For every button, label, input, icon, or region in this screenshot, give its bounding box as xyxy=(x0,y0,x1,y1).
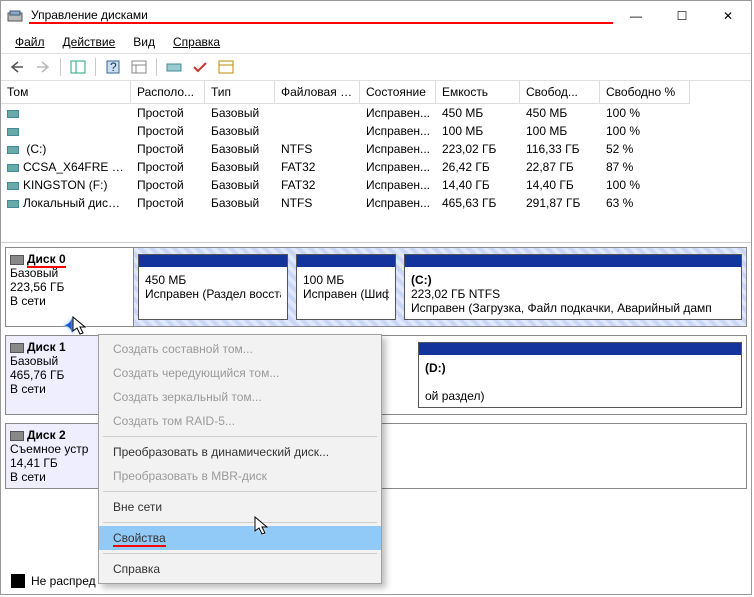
toolbar-icon-4[interactable] xyxy=(188,56,212,78)
volume-list: Том Располо... Тип Файловая с... Состоян… xyxy=(1,81,751,243)
table-row[interactable]: (C:)ПростойБазовыйNTFSИсправен...223,02 … xyxy=(1,140,751,158)
table-row[interactable]: Локальный диск (...ПростойБазовыйNTFSИсп… xyxy=(1,194,751,212)
toolbar-icon-1[interactable] xyxy=(66,56,90,78)
table-row[interactable]: CCSA_X64FRE (G:)ПростойБазовыйFAT32Испра… xyxy=(1,158,751,176)
back-button[interactable] xyxy=(5,56,29,78)
window-title: Управление дисками xyxy=(29,8,613,24)
disk-0-status: В сети xyxy=(10,294,129,308)
ctx-help[interactable]: Справка xyxy=(99,557,381,581)
ctx-convert-mbr[interactable]: Преобразовать в MBR-диск xyxy=(99,464,381,488)
volume-icon xyxy=(7,110,19,118)
maximize-button[interactable]: ☐ xyxy=(659,1,705,31)
column-headers: Том Располо... Тип Файловая с... Состоян… xyxy=(1,81,751,104)
table-row[interactable]: ПростойБазовыйИсправен...100 МБ100 МБ100… xyxy=(1,122,751,140)
disk1-partition-d[interactable]: (D:) ой раздел) xyxy=(418,342,742,408)
menu-action[interactable]: Действие xyxy=(55,33,124,51)
col-pct[interactable]: Свободно % xyxy=(600,81,690,104)
ctx-create-mirror[interactable]: Создать зеркальный том... xyxy=(99,385,381,409)
disk-0-type: Базовый xyxy=(10,266,129,280)
volume-icon xyxy=(7,182,19,190)
col-layout[interactable]: Располо... xyxy=(131,81,205,104)
help-icon[interactable]: ? xyxy=(101,56,125,78)
disk-icon xyxy=(10,431,24,441)
menu-file[interactable]: Файл xyxy=(7,33,53,51)
ctx-offline[interactable]: Вне сети xyxy=(99,495,381,519)
menubar: Файл Действие Вид Справка xyxy=(1,31,751,53)
toolbar: ? xyxy=(1,53,751,81)
disk0-partition-2[interactable]: 100 МБ Исправен (Шифро xyxy=(296,254,396,320)
ctx-create-raid5[interactable]: Создать том RAID-5... xyxy=(99,409,381,433)
disk-icon xyxy=(10,255,24,265)
volume-icon xyxy=(7,164,19,172)
legend-swatch-unallocated xyxy=(11,574,25,588)
disk-2-name: Диск 2 xyxy=(27,428,66,442)
col-volume[interactable]: Том xyxy=(1,81,131,104)
col-status[interactable]: Состояние xyxy=(360,81,436,104)
disk-icon xyxy=(10,343,24,353)
menu-view[interactable]: Вид xyxy=(125,33,163,51)
titlebar[interactable]: Управление дисками — ☐ ✕ xyxy=(1,1,751,31)
table-row[interactable]: ПростойБазовыйИсправен...450 МБ450 МБ100… xyxy=(1,104,751,122)
forward-button[interactable] xyxy=(31,56,55,78)
legend-label: Не распред xyxy=(31,574,96,588)
ctx-convert-dynamic[interactable]: Преобразовать в динамический диск... xyxy=(99,440,381,464)
menu-help[interactable]: Справка xyxy=(165,33,228,51)
volume-icon xyxy=(7,128,19,136)
legend: Не распред xyxy=(11,574,96,588)
toolbar-icon-5[interactable] xyxy=(214,56,238,78)
disk0-partition-c[interactable]: (C:) 223,02 ГБ NTFS Исправен (Загрузка, … xyxy=(404,254,742,320)
ctx-properties[interactable]: Свойства xyxy=(99,526,381,550)
svg-text:?: ? xyxy=(110,60,117,74)
col-capacity[interactable]: Емкость xyxy=(436,81,520,104)
volume-icon xyxy=(7,200,19,208)
minimize-button[interactable]: — xyxy=(613,1,659,31)
table-row[interactable]: KINGSTON (F:)ПростойБазовыйFAT32Исправен… xyxy=(1,176,751,194)
context-menu: Создать составной том... Создать чередую… xyxy=(98,334,382,584)
ctx-create-striped[interactable]: Создать чередующийся том... xyxy=(99,361,381,385)
disk0-partition-1[interactable]: 450 МБ Исправен (Раздел восстан xyxy=(138,254,288,320)
col-free[interactable]: Свобод... xyxy=(520,81,600,104)
click-sparkle-icon: ✦ xyxy=(62,312,82,341)
col-type[interactable]: Тип xyxy=(205,81,275,104)
disk-1-name: Диск 1 xyxy=(27,340,66,354)
close-button[interactable]: ✕ xyxy=(705,1,751,31)
app-icon xyxy=(7,8,23,24)
toolbar-icon-2[interactable] xyxy=(127,56,151,78)
ctx-create-spanned[interactable]: Создать составной том... xyxy=(99,337,381,361)
col-fs[interactable]: Файловая с... xyxy=(275,81,360,104)
volume-icon xyxy=(7,146,19,154)
disk-0-size: 223,56 ГБ xyxy=(10,280,129,294)
disk-0[interactable]: Диск 0 Базовый 223,56 ГБ В сети 450 МБ И… xyxy=(5,247,747,327)
toolbar-icon-3[interactable] xyxy=(162,56,186,78)
